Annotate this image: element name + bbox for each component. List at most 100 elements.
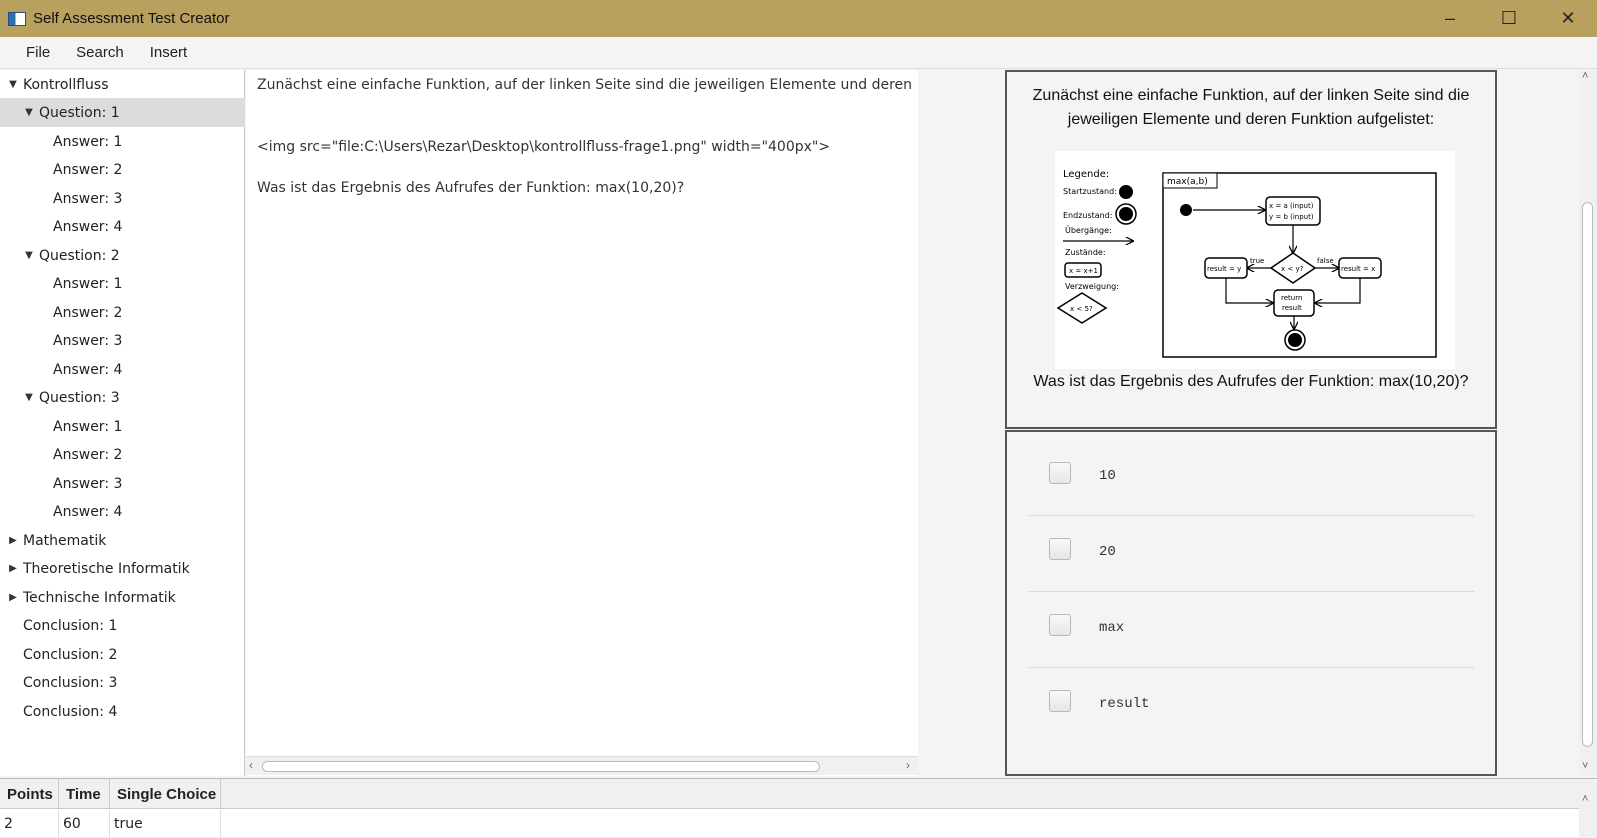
end-state-icon [1119, 207, 1133, 221]
menu-insert[interactable]: Insert [137, 44, 201, 61]
legend-end-label: Endzustand: [1063, 211, 1113, 220]
tree-node-category[interactable]: ▶ Mathematik [0, 526, 245, 555]
tree-node-label: Conclusion: 3 [23, 674, 118, 691]
column-header[interactable]: Time [59, 779, 110, 809]
tree-node-label: Answer: 2 [53, 446, 123, 463]
table-cell[interactable]: 60 [59, 810, 110, 838]
answer-label: 10 [1099, 468, 1116, 484]
tree-node-category[interactable]: ▶ Technische Informatik [0, 583, 245, 612]
tree-node-question[interactable]: ▼ Question: 3 [0, 383, 245, 412]
tree-node-answer[interactable]: Answer: 1 [0, 269, 245, 298]
tree-node-conclusion[interactable]: Conclusion: 1 [0, 611, 245, 640]
tree-node-category[interactable]: ▶ Theoretische Informatik [0, 554, 245, 583]
result-x-label: result = x [1341, 265, 1375, 273]
tree-node-label: Answer: 2 [53, 161, 123, 178]
frame-label: max(a,b) [1167, 177, 1208, 187]
tree-node-label: Answer: 3 [53, 332, 123, 349]
tree-node-answer[interactable]: Answer: 1 [0, 127, 245, 156]
answer-label: 20 [1099, 544, 1116, 560]
tree-node-answer[interactable]: Answer: 2 [0, 440, 245, 469]
question-tree[interactable]: ▼ Kontrollfluss ▼ Question: 1 Answer: 1 … [0, 70, 245, 776]
menu-file[interactable]: File [0, 44, 63, 61]
answer-option[interactable]: 20 [1029, 516, 1474, 592]
maximize-icon[interactable]: ☐ [1480, 0, 1538, 37]
window-title: Self Assessment Test Creator [33, 10, 230, 27]
legend-branch-label: Verzweigung: [1065, 282, 1119, 291]
scrollbar-thumb[interactable] [262, 761, 820, 772]
flowchart-image: Legende: Startzustand: Endzustand: Überg… [1055, 151, 1455, 369]
result-y-label: result = y [1207, 265, 1241, 273]
editor-horizontal-scrollbar[interactable]: ‹ › [246, 756, 918, 775]
tree-node-answer[interactable]: Answer: 4 [0, 355, 245, 384]
scroll-up-icon[interactable]: ˄ [1582, 793, 1588, 805]
tree-node-label: Theoretische Informatik [23, 560, 190, 577]
legend-transitions-label: Übergänge: [1065, 225, 1112, 235]
close-icon[interactable]: ✕ [1539, 0, 1597, 37]
table-cell[interactable]: 2 [0, 810, 59, 838]
answer-checkbox[interactable] [1049, 614, 1071, 636]
legend-branch-example: x < 5? [1070, 305, 1093, 313]
tree-node-answer[interactable]: Answer: 4 [0, 497, 245, 526]
app-icon [8, 11, 26, 26]
collapsed-triangle-icon[interactable]: ▶ [6, 592, 20, 603]
table-cell[interactable]: true [110, 810, 221, 838]
editor-line: Zunächst eine einfache Funktion, auf der… [257, 77, 917, 93]
tree-node-answer[interactable]: Answer: 2 [0, 298, 245, 327]
legend-states-label: Zustände: [1065, 248, 1106, 257]
decision-label: x < y? [1281, 265, 1304, 273]
tree-node-root[interactable]: ▼ Kontrollfluss [0, 70, 245, 99]
tree-node-label: Question: 3 [39, 389, 120, 406]
answer-option[interactable]: result [1029, 668, 1474, 744]
answer-label: result [1099, 696, 1150, 712]
answer-checkbox[interactable] [1049, 462, 1071, 484]
scroll-down-icon[interactable]: ˅ [1582, 760, 1588, 772]
tree-node-question[interactable]: ▼ Question: 2 [0, 241, 245, 270]
preview-vertical-scrollbar[interactable]: ˄ ˅ [1579, 70, 1597, 776]
table-scrollbar[interactable]: ˄ [1579, 779, 1597, 838]
answer-option[interactable]: 10 [1029, 440, 1474, 516]
column-header[interactable]: Points [0, 779, 59, 809]
tree-node-question[interactable]: ▼ Question: 1 [0, 98, 245, 127]
collapsed-triangle-icon[interactable]: ▶ [6, 563, 20, 574]
answer-option[interactable]: max [1029, 592, 1474, 668]
tree-node-answer[interactable]: Answer: 3 [0, 326, 245, 355]
tree-node-label: Mathematik [23, 532, 107, 549]
tree-node-answer[interactable]: Answer: 3 [0, 184, 245, 213]
tree-node-label: Question: 2 [39, 247, 120, 264]
tree-node-answer[interactable]: Answer: 4 [0, 212, 245, 241]
tree-node-conclusion[interactable]: Conclusion: 4 [0, 697, 245, 726]
tree-node-answer[interactable]: Answer: 2 [0, 155, 245, 184]
menu-search[interactable]: Search [63, 44, 137, 61]
table-row[interactable]: 2 60 true [0, 810, 221, 838]
tree-node-label: Answer: 3 [53, 475, 123, 492]
tree-node-label: Answer: 4 [53, 361, 123, 378]
tree-node-answer[interactable]: Answer: 1 [0, 412, 245, 441]
column-header[interactable]: Single Choice [110, 779, 221, 809]
expanded-triangle-icon[interactable]: ▼ [22, 250, 36, 261]
tree-node-label: Answer: 4 [53, 503, 123, 520]
tree-node-label: Answer: 2 [53, 304, 123, 321]
minimize-icon[interactable]: – [1421, 0, 1479, 37]
tree-node-conclusion[interactable]: Conclusion: 3 [0, 668, 245, 697]
assign-label: x = a (input) [1269, 202, 1314, 210]
scroll-up-icon[interactable]: ˄ [1582, 70, 1588, 82]
legend-title: Legende: [1063, 169, 1109, 180]
expanded-triangle-icon[interactable]: ▼ [6, 79, 20, 90]
menu-bar: File Search Insert [0, 37, 1597, 69]
tree-node-label: Answer: 3 [53, 190, 123, 207]
tree-node-conclusion[interactable]: Conclusion: 2 [0, 640, 245, 669]
editor-line: Was ist das Ergebnis des Aufrufes der Fu… [257, 180, 685, 196]
tree-node-answer[interactable]: Answer: 3 [0, 469, 245, 498]
scrollbar-thumb[interactable] [1582, 202, 1593, 747]
answer-checkbox[interactable] [1049, 538, 1071, 560]
expanded-triangle-icon[interactable]: ▼ [22, 392, 36, 403]
expanded-triangle-icon[interactable]: ▼ [22, 107, 36, 118]
collapsed-triangle-icon[interactable]: ▶ [6, 535, 20, 546]
question-text-editor[interactable]: Zunächst eine einfache Funktion, auf der… [246, 70, 918, 776]
assign-label: y = b (input) [1269, 213, 1314, 221]
properties-header: Points Time Single Choice [0, 779, 1597, 809]
scroll-right-icon[interactable]: › [906, 758, 910, 772]
answer-checkbox[interactable] [1049, 690, 1071, 712]
scroll-left-icon[interactable]: ‹ [249, 758, 253, 772]
question-text: Was ist das Ergebnis des Aufrufes der Fu… [1033, 373, 1469, 390]
